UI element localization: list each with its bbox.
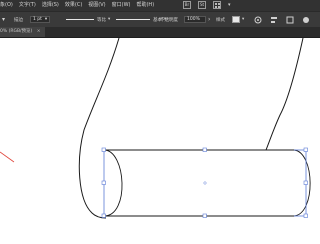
transform-icon[interactable]	[286, 12, 294, 27]
profile-label: 等比	[97, 17, 106, 23]
fill-stroke-toggle[interactable]: ▾	[2, 12, 5, 27]
style-dropdown-icon[interactable]: ▾	[242, 17, 244, 22]
handle-mid-left[interactable]	[101, 180, 106, 185]
document-tab-title: 0% (RGB/预览)	[0, 29, 33, 34]
handle-bottom-right[interactable]	[303, 213, 308, 218]
brush-definition[interactable]: 基本 ▾	[116, 12, 166, 27]
variable-width-profile[interactable]: 等比 ▾	[66, 12, 110, 27]
opacity-value: 100%	[187, 17, 200, 22]
artboard-canvas[interactable]	[0, 37, 320, 240]
document-tab-bar: 0% (RGB/预览) ×	[0, 27, 320, 38]
close-icon[interactable]: ×	[37, 29, 41, 34]
style-swatch[interactable]	[232, 16, 240, 23]
profile-preview-line	[66, 19, 94, 20]
handle-bottom-left[interactable]	[101, 213, 106, 218]
menu-window[interactable]: 窗口(W)	[112, 0, 131, 11]
artwork-svg	[0, 37, 311, 219]
document-tab[interactable]: 0% (RGB/预览) ×	[0, 27, 45, 37]
annotation-line[interactable]	[0, 151, 15, 163]
opacity-arrow-icon[interactable]: ›	[208, 16, 210, 23]
selected-shape-outline[interactable]	[103, 149, 307, 217]
stroke-weight-value: 1 pt	[33, 17, 42, 22]
opacity-field[interactable]: 100%	[184, 16, 206, 23]
stroke-weight-dropdown-icon[interactable]: ▾	[45, 17, 47, 22]
recolor-icon[interactable]	[254, 12, 262, 27]
isolate-icon[interactable]	[302, 12, 310, 27]
stock-icon[interactable]: St	[198, 1, 206, 9]
handle-mid-right[interactable]	[303, 180, 308, 185]
fill-dropdown-icon[interactable]: ▾	[2, 16, 5, 23]
style-label: 样式	[216, 17, 225, 23]
arrange-dropdown-icon[interactable]: ▾	[228, 2, 231, 8]
handle-bottom-mid[interactable]	[202, 213, 207, 218]
menu-app-icons: Br St ▾	[183, 1, 235, 9]
brush-preview-line	[116, 19, 150, 20]
menu-object[interactable]: 象(O)	[0, 0, 13, 11]
left-curve-path[interactable]	[78, 37, 120, 219]
stroke-weight-field[interactable]: 1 pt ▾	[30, 16, 51, 23]
cylinder-left-ellipse[interactable]	[103, 149, 123, 217]
bridge-icon[interactable]: Br	[183, 1, 191, 9]
handle-top-left[interactable]	[101, 147, 106, 152]
opacity-label[interactable]: 不透明度	[160, 12, 178, 27]
profile-dropdown-icon[interactable]: ▾	[108, 17, 110, 22]
right-curve-path[interactable]	[265, 37, 304, 151]
handle-top-right[interactable]	[303, 147, 308, 152]
menu-effect[interactable]: 效果(C)	[65, 0, 82, 11]
control-bar: ▾ 描边 1 pt ▾ 等比 ▾ 基本 ▾ 不透明度 100% › 样式 ▾	[0, 11, 320, 28]
menu-select[interactable]: 选择(S)	[42, 0, 59, 11]
handle-top-mid[interactable]	[202, 147, 207, 152]
grid-icon[interactable]	[213, 1, 221, 9]
stroke-label: 描边	[14, 17, 23, 23]
menu-bar: 象(O) 文字(T) 选择(S) 效果(C) 视图(V) 窗口(W) 帮助(H)…	[0, 0, 320, 11]
menu-view[interactable]: 视图(V)	[88, 0, 105, 11]
align-icon[interactable]	[270, 12, 278, 27]
menu-type[interactable]: 文字(T)	[19, 0, 36, 11]
center-point	[203, 181, 207, 185]
menu-help[interactable]: 帮助(H)	[136, 0, 154, 11]
